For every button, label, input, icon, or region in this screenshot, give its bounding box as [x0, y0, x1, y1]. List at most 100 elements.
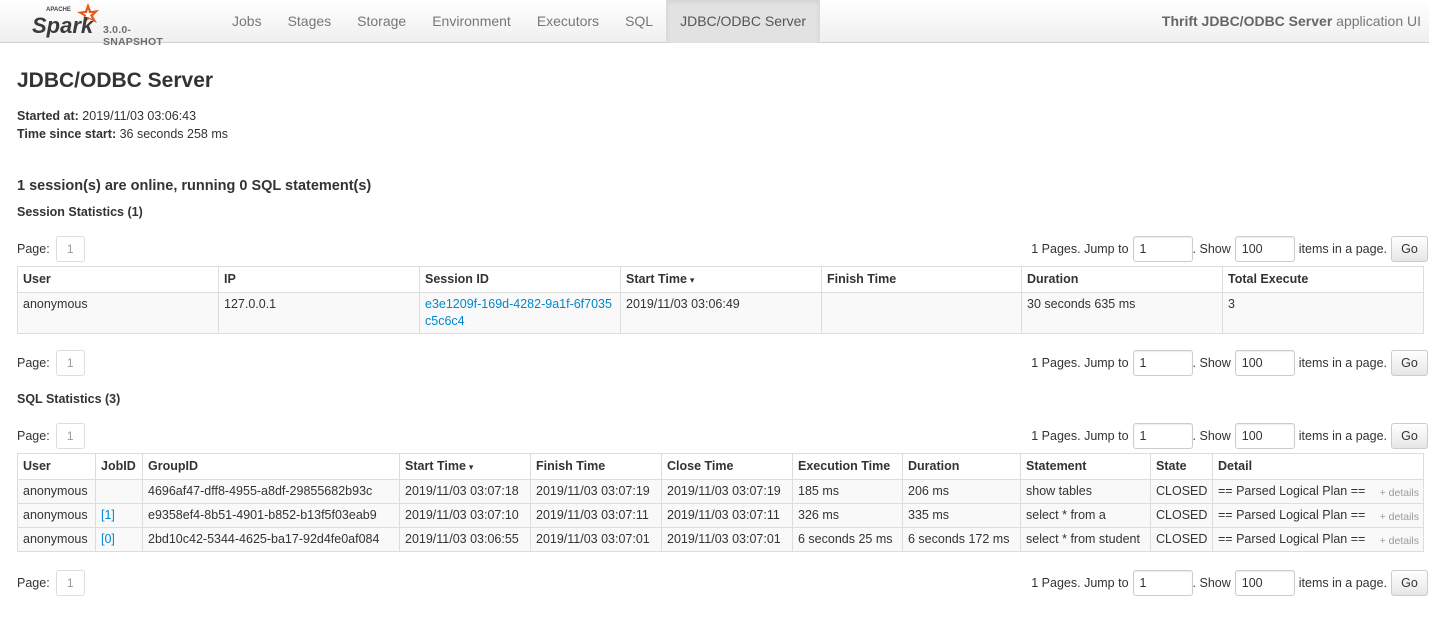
- page-label: Page:: [17, 242, 50, 256]
- col-header-total-execute[interactable]: Total Execute: [1222, 266, 1424, 293]
- started-at-value: 2019/11/03 03:06:43: [78, 109, 197, 123]
- go-button[interactable]: Go: [1391, 350, 1428, 376]
- cell-group-id: e9358ef4-8b51-4901-b852-b13f5f03eab9: [142, 503, 400, 528]
- col-header-detail[interactable]: Detail: [1212, 453, 1424, 480]
- cell-state: CLOSED: [1150, 527, 1213, 552]
- page-number-1[interactable]: 1: [55, 570, 85, 596]
- table-header-row: User IP Session ID Start Time ▾ Finish Ti…: [17, 266, 1424, 293]
- cell-job-id: [0]: [95, 527, 143, 552]
- col-header-start-time[interactable]: Start Time ▾: [399, 453, 531, 480]
- col-header-state[interactable]: State: [1150, 453, 1213, 480]
- jump-to-label: 1 Pages. Jump to: [1031, 576, 1129, 590]
- go-button[interactable]: Go: [1391, 570, 1428, 596]
- col-header-start-time[interactable]: Start Time ▾: [620, 266, 822, 293]
- app-title: Thrift JDBC/ODBC Server application UI: [1162, 0, 1421, 42]
- jump-to-label: 1 Pages. Jump to: [1031, 242, 1129, 256]
- spark-logo[interactable]: APACHE Spark 3.0.0-SNAPSHOT: [30, 2, 190, 48]
- col-header-job-id[interactable]: JobID: [95, 453, 143, 480]
- cell-detail: == Parsed Logical Plan == + details: [1212, 479, 1424, 504]
- tab-jobs[interactable]: Jobs: [219, 0, 275, 43]
- cell-detail: == Parsed Logical Plan == + details: [1212, 503, 1424, 528]
- page-number-1[interactable]: 1: [55, 350, 85, 376]
- cell-group-id: 2bd10c42-5344-4625-ba17-92d4fe0af084: [142, 527, 400, 552]
- col-header-start-time-label: Start Time: [405, 459, 466, 473]
- app-title-suffix: application UI: [1332, 13, 1421, 29]
- page-size-input[interactable]: [1234, 236, 1295, 262]
- cell-user: anonymous: [17, 479, 96, 504]
- cell-detail: == Parsed Logical Plan == + details: [1212, 527, 1424, 552]
- table-row: anonymous 4696af47-dff8-4955-a8df-298556…: [17, 479, 1424, 504]
- col-header-execution-time[interactable]: Execution Time: [792, 453, 903, 480]
- cell-state: CLOSED: [1150, 479, 1213, 504]
- cell-group-id: 4696af47-dff8-4955-a8df-29855682b93c: [142, 479, 400, 504]
- time-since-start-value: 36 seconds 258 ms: [116, 127, 228, 141]
- page-size-input[interactable]: [1234, 350, 1295, 376]
- spark-version: 3.0.0-SNAPSHOT: [103, 24, 163, 48]
- cell-close-time: 2019/11/03 03:07:19: [661, 479, 793, 504]
- expand-details-link[interactable]: + details: [1380, 485, 1419, 502]
- spark-logo-icon: APACHE Spark: [32, 3, 99, 38]
- show-label: . Show: [1192, 576, 1231, 590]
- jump-to-input[interactable]: [1132, 570, 1193, 596]
- cell-finish-time: 2019/11/03 03:07:01: [530, 527, 662, 552]
- col-header-statement[interactable]: Statement: [1020, 453, 1151, 480]
- page-label: Page:: [17, 356, 50, 370]
- nav-tabs: Jobs Stages Storage Environment Executor…: [219, 0, 821, 43]
- jump-to-input[interactable]: [1132, 236, 1193, 262]
- col-header-ip[interactable]: IP: [218, 266, 420, 293]
- cell-statement: select * from student: [1020, 527, 1151, 552]
- col-header-session-id[interactable]: Session ID: [419, 266, 621, 293]
- time-since-start: Time since start: 36 seconds 258 ms: [17, 127, 228, 141]
- expand-details-link[interactable]: + details: [1380, 509, 1419, 526]
- session-pager-top: Page: 1 1 Pages. Jump to . Show items in …: [17, 235, 1428, 263]
- page-label: Page:: [17, 429, 50, 443]
- items-in-page-label: items in a page.: [1298, 429, 1387, 443]
- col-header-user[interactable]: User: [17, 453, 96, 480]
- jump-to-input[interactable]: [1132, 423, 1193, 449]
- col-header-finish-time[interactable]: Finish Time: [821, 266, 1022, 293]
- job-id-link[interactable]: [1]: [101, 508, 115, 522]
- tab-stages[interactable]: Stages: [275, 0, 345, 43]
- col-header-group-id[interactable]: GroupID: [142, 453, 400, 480]
- cell-duration: 206 ms: [902, 479, 1021, 504]
- sql-stats-table: User JobID GroupID Start Time ▾ Finish Ti…: [17, 453, 1424, 552]
- go-button[interactable]: Go: [1391, 423, 1428, 449]
- page-size-input[interactable]: [1234, 423, 1295, 449]
- app-title-name: Thrift JDBC/ODBC Server: [1161, 13, 1333, 29]
- page-number-1[interactable]: 1: [55, 423, 85, 449]
- tab-environment[interactable]: Environment: [419, 0, 524, 43]
- session-id-link[interactable]: e3e1209f-169d-4282-9a1f-6f7035c5c6c4: [425, 297, 612, 328]
- tab-executors[interactable]: Executors: [524, 0, 612, 43]
- go-button[interactable]: Go: [1391, 236, 1428, 262]
- col-header-duration[interactable]: Duration: [902, 453, 1021, 480]
- col-header-close-time[interactable]: Close Time: [661, 453, 793, 480]
- job-id-link[interactable]: [0]: [101, 532, 115, 546]
- cell-finish-time: 2019/11/03 03:07:11: [530, 503, 662, 528]
- page-number-1[interactable]: 1: [55, 236, 85, 262]
- cell-start-time: 2019/11/03 03:06:49: [620, 292, 822, 334]
- tab-sql[interactable]: SQL: [612, 0, 666, 43]
- show-label: . Show: [1192, 242, 1231, 256]
- tab-storage[interactable]: Storage: [344, 0, 419, 43]
- jump-to-label: 1 Pages. Jump to: [1031, 429, 1129, 443]
- expand-details-link[interactable]: + details: [1380, 533, 1419, 550]
- cell-job-id: [1]: [95, 503, 143, 528]
- session-stats-heading[interactable]: Session Statistics (1): [17, 205, 143, 219]
- table-row: anonymous 127.0.0.1 e3e1209f-169d-4282-9…: [17, 292, 1424, 334]
- tab-jdbc-odbc-server[interactable]: JDBC/ODBC Server: [666, 0, 821, 43]
- col-header-user[interactable]: User: [17, 266, 219, 293]
- jump-to-input[interactable]: [1132, 350, 1193, 376]
- col-header-finish-time[interactable]: Finish Time: [530, 453, 662, 480]
- detail-text: == Parsed Logical Plan ==: [1218, 532, 1366, 546]
- sessions-summary: 1 session(s) are online, running 0 SQL s…: [17, 178, 372, 194]
- page-size-input[interactable]: [1234, 570, 1295, 596]
- cell-user: anonymous: [17, 527, 96, 552]
- show-label: . Show: [1192, 356, 1231, 370]
- cell-duration: 6 seconds 172 ms: [902, 527, 1021, 552]
- cell-finish-time: 2019/11/03 03:07:19: [530, 479, 662, 504]
- cell-session-id: e3e1209f-169d-4282-9a1f-6f7035c5c6c4: [419, 292, 621, 334]
- detail-text: == Parsed Logical Plan ==: [1218, 484, 1366, 498]
- sql-stats-heading[interactable]: SQL Statistics (3): [17, 392, 120, 406]
- col-header-duration[interactable]: Duration: [1021, 266, 1223, 293]
- started-at-label: Started at:: [17, 109, 79, 123]
